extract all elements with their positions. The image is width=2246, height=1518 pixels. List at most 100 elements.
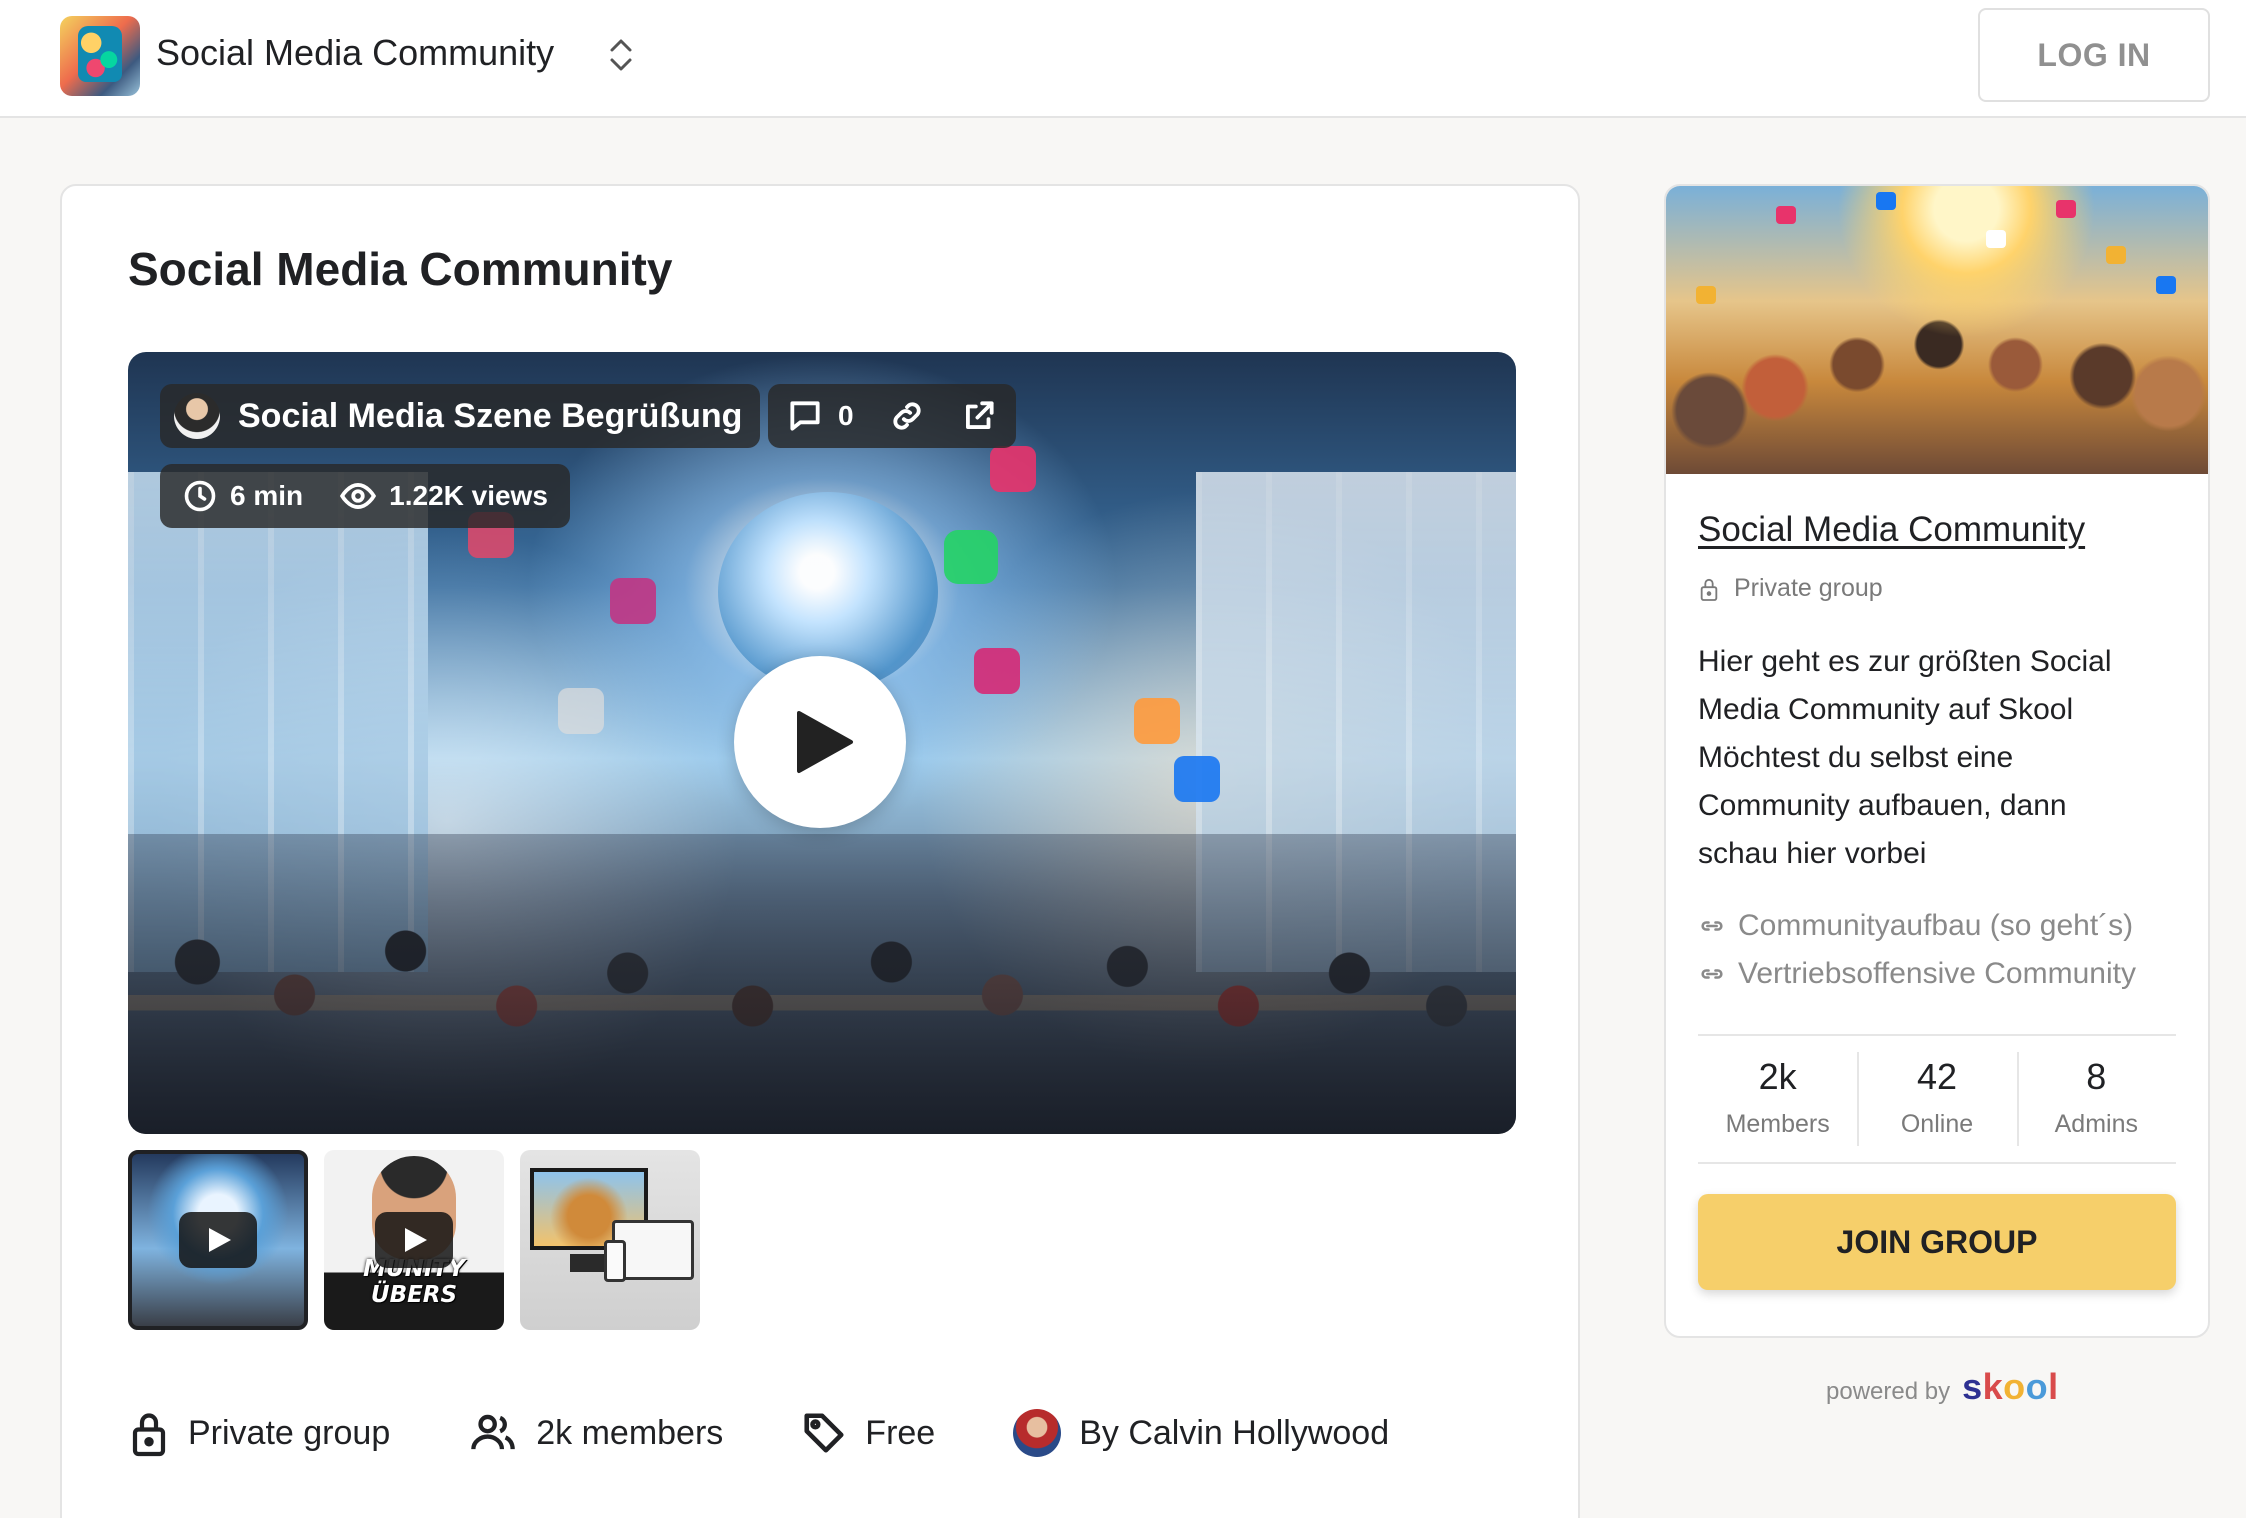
media-thumbnails: MUNITY ÜBERS <box>128 1150 700 1330</box>
video-title-pill[interactable]: Social Media Szene Begrüßung <box>160 384 761 448</box>
thumbs-up-logo-art <box>78 26 122 82</box>
video-art-floor <box>128 834 1516 1134</box>
group-meta-row: Private group 2k members Free By Calvin … <box>128 1408 1467 1458</box>
comment-icon <box>790 401 820 431</box>
link-vertriebsoffensive[interactable]: Vertriebsoffensive Community <box>1698 950 2136 998</box>
group-links: Communityaufbau (so geht´s) Vertriebsoff… <box>1698 902 2136 998</box>
sidebar-privacy: Private group <box>1698 574 1883 603</box>
thumbnail-3[interactable] <box>520 1150 700 1330</box>
mail-bubble-art <box>558 688 604 734</box>
link-label: Communityaufbau (so geht´s) <box>1738 909 2134 942</box>
page-title: Social Media Community <box>128 243 673 295</box>
meta-price: Free <box>801 1410 935 1456</box>
meta-privacy-label: Private group <box>188 1413 391 1452</box>
top-header: Social Media Community LOG IN <box>0 0 2246 118</box>
video-meta-pill: 6 min 1.22K views <box>160 464 570 528</box>
emoji-badge-art <box>1986 230 2006 248</box>
emoji-badge-art <box>2106 246 2126 264</box>
like-badge-art <box>2056 200 2076 218</box>
powered-by-label: powered by <box>1826 1378 1951 1405</box>
video-actions-pill: 0 <box>768 384 1016 448</box>
comments-button[interactable]: 0 <box>786 397 854 435</box>
whatsapp-bubble-art <box>944 530 998 584</box>
like-badge-art <box>2156 276 2176 294</box>
heart-bubble-art <box>990 446 1036 492</box>
users-icon <box>471 1414 516 1450</box>
description-line: Möchtest du selbst eine <box>1698 741 2014 774</box>
play-icon <box>797 711 853 773</box>
sidebar-privacy-label: Private group <box>1734 574 1883 602</box>
instagram-bubble-art <box>974 648 1020 694</box>
lock-icon <box>132 1413 166 1457</box>
tag-icon <box>804 1413 844 1453</box>
skool-logo-letter: s <box>1962 1366 1983 1407</box>
author-avatar <box>174 393 220 439</box>
like-badge-art <box>1776 206 1796 224</box>
video-title: Social Media Szene Begrüßung <box>238 396 743 435</box>
meta-privacy: Private group <box>128 1408 390 1458</box>
blue-bubble-art <box>1174 756 1220 802</box>
stat-online[interactable]: 42 Online <box>1857 1036 2016 1162</box>
description-line: Media Community auf Skool <box>1698 693 2074 726</box>
external-link-icon[interactable] <box>960 397 998 435</box>
thumbnail-2[interactable]: MUNITY ÜBERS <box>324 1150 504 1330</box>
powered-by-skool[interactable]: powered by skool <box>1826 1366 2059 1408</box>
group-logo[interactable] <box>60 16 140 96</box>
skool-logo-letter: k <box>1982 1366 2004 1407</box>
stat-admins[interactable]: 8 Admins <box>2016 1036 2176 1162</box>
group-description: Hier geht es zur größten Social Media Co… <box>1698 638 2198 878</box>
stat-value: 8 <box>2086 1056 2107 1097</box>
skool-logo-letter: l <box>2048 1366 2059 1407</box>
link-label: Vertriebsoffensive Community <box>1738 957 2136 990</box>
chevron-up-down-icon[interactable] <box>604 32 638 78</box>
play-button[interactable] <box>734 656 906 828</box>
views-group: 1.22K views <box>339 477 548 515</box>
meta-author[interactable]: By Calvin Hollywood <box>1013 1409 1389 1457</box>
meta-members: 2k members <box>468 1411 723 1455</box>
author-avatar <box>1013 1409 1062 1457</box>
link-icon <box>1701 921 1723 931</box>
link-icon[interactable] <box>888 397 926 435</box>
meta-price-label: Free <box>865 1413 936 1452</box>
group-about-card: Social Media Community Social Media Szen… <box>60 184 1580 1518</box>
group-sidebar-card: Social Media Community Private group Hie… <box>1664 184 2210 1338</box>
stat-label: Online <box>1900 1110 1974 1138</box>
link-icon <box>1701 969 1723 979</box>
skool-logo-letter: o <box>2003 1366 2026 1407</box>
stat-members[interactable]: 2k Members <box>1698 1036 1857 1162</box>
group-stats: 2k Members 42 Online 8 Admins <box>1698 1034 2176 1164</box>
like-badge-art <box>1876 192 1896 210</box>
play-icon <box>179 1212 257 1268</box>
skool-logo-letter: o <box>2025 1366 2049 1407</box>
stat-value: 2k <box>1758 1056 1797 1097</box>
link-communityaufbau[interactable]: Communityaufbau (so geht´s) <box>1698 902 2136 950</box>
video-views: 1.22K views <box>389 480 548 511</box>
stat-value: 42 <box>1916 1056 1958 1097</box>
meta-author-label: By Calvin Hollywood <box>1079 1413 1390 1452</box>
stat-label: Members <box>1725 1110 1830 1138</box>
eye-icon <box>340 483 377 509</box>
login-button[interactable]: LOG IN <box>1978 8 2210 102</box>
duration-group: 6 min <box>182 478 303 514</box>
video-player[interactable]: Social Media Szene Begrüßung 0 6 min 1.2… <box>128 352 1516 1134</box>
play-icon <box>375 1212 453 1268</box>
join-group-button[interactable]: JOIN GROUP <box>1698 1194 2176 1290</box>
emoji-badge-art <box>1696 286 1716 304</box>
phone-art <box>604 1240 626 1282</box>
clock-icon <box>184 480 216 512</box>
comment-count: 0 <box>838 400 854 431</box>
meta-members-label: 2k members <box>536 1413 724 1452</box>
description-line: Hier geht es zur größten Social <box>1698 645 2112 678</box>
group-cover-image <box>1666 186 2208 474</box>
thumbnail-1[interactable] <box>128 1150 308 1330</box>
orange-bubble-art <box>1134 698 1180 744</box>
instagram-bubble-art-2 <box>610 578 656 624</box>
group-switcher-title[interactable]: Social Media Community <box>156 32 554 74</box>
description-line: Community aufbauen, dann <box>1698 789 2067 822</box>
video-duration: 6 min <box>230 480 304 511</box>
skool-logo: skool <box>1962 1366 2059 1408</box>
group-name-link[interactable]: Social Media Community <box>1698 510 2085 550</box>
lock-icon <box>1700 578 1718 601</box>
stat-label: Admins <box>2054 1110 2138 1138</box>
description-line: schau hier vorbei <box>1698 837 1927 870</box>
